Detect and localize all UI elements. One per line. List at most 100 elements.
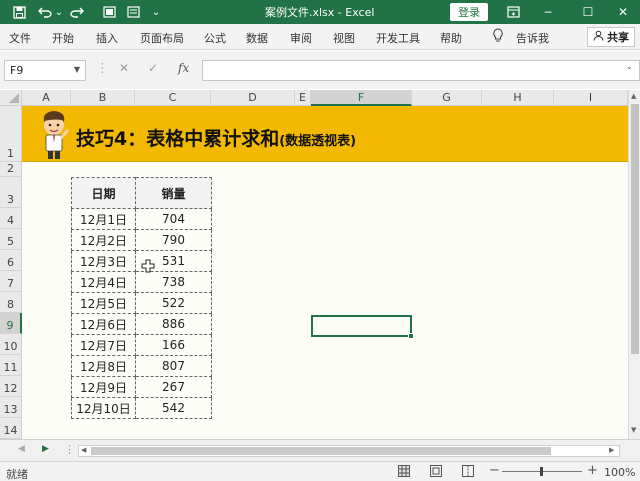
table-cell[interactable]: 267 [135,376,212,398]
table-cell[interactable]: 166 [135,334,212,356]
tab-page-layout[interactable]: 页面布局 [140,30,184,46]
scroll-up-icon[interactable]: ▲ [631,92,636,100]
table-cell[interactable]: 704 [135,208,212,230]
zoom-in-button[interactable]: + [587,463,598,478]
table-cell[interactable]: 12月8日 [71,355,136,377]
share-button[interactable]: 共享 [587,27,635,47]
undo-icon[interactable] [36,3,54,21]
row-header-2[interactable]: 2 [0,162,22,177]
column-header-i[interactable]: I [554,90,628,106]
row-header-7[interactable]: 7 [0,271,22,292]
tab-file[interactable]: 文件 [9,30,31,46]
table-cell[interactable]: 12月4日 [71,271,136,293]
tab-developer[interactable]: 开发工具 [376,30,420,46]
page-break-view-icon[interactable] [462,465,474,480]
worksheet-grid[interactable]: A B C D E F G H I 1 2 3 4 5 6 7 8 9 10 1… [0,90,628,439]
row-header-3[interactable]: 3 [0,177,22,208]
table-cell[interactable]: 807 [135,355,212,377]
row-header-13[interactable]: 13 [0,397,22,418]
next-sheet-icon[interactable]: ▶ [42,444,49,454]
banner-title-main: 技巧4：表格中累计求和 [76,128,280,150]
scroll-down-icon[interactable]: ▼ [631,426,636,434]
horizontal-scrollbar[interactable]: ◀ ▶ [78,445,620,457]
tab-view[interactable]: 视图 [333,30,355,46]
cancel-icon[interactable]: ✕ [119,61,129,75]
column-header-d[interactable]: D [211,90,295,106]
window-title: 案例文件.xlsx - Excel [265,6,375,19]
table-cell[interactable]: 12月10日 [71,397,136,419]
table-cell[interactable]: 12月1日 [71,208,136,230]
tab-help[interactable]: 帮助 [440,30,462,46]
column-header-g[interactable]: G [412,90,482,106]
column-header-f[interactable]: F [311,90,412,106]
column-header-e[interactable]: E [295,90,311,106]
close-icon[interactable]: ✕ [606,0,640,24]
row-header-9[interactable]: 9 [0,313,22,334]
row-header-8[interactable]: 8 [0,292,22,313]
row-header-5[interactable]: 5 [0,229,22,250]
scroll-left-icon[interactable]: ◀ [81,446,86,454]
zoom-out-button[interactable]: − [489,463,500,478]
tab-home[interactable]: 开始 [52,30,74,46]
zoom-slider-thumb[interactable] [540,467,543,476]
vertical-scrollbar[interactable]: ▲ ▼ [628,90,640,439]
row-header-10[interactable]: 10 [0,334,22,355]
row-header-6[interactable]: 6 [0,250,22,271]
row-header-4[interactable]: 4 [0,208,22,229]
table-cell[interactable]: 522 [135,292,212,314]
table-cell[interactable]: 12月7日 [71,334,136,356]
table-cell[interactable]: 886 [135,313,212,335]
page-layout-view-icon[interactable] [430,465,442,480]
header-cell-sales[interactable]: 销量 [135,177,212,209]
chevron-down-icon[interactable]: ▼ [74,65,80,74]
header-cell-date[interactable]: 日期 [71,177,136,209]
table-cell[interactable]: 12月6日 [71,313,136,335]
lightbulb-icon[interactable] [492,28,504,46]
tell-me-search[interactable]: 告诉我 [516,30,549,46]
insert-function-icon[interactable]: fx [178,61,189,75]
scroll-right-icon[interactable]: ▶ [609,446,614,454]
login-button[interactable]: 登录 [450,3,488,21]
restore-icon[interactable]: ☐ [571,0,605,24]
table-cell[interactable]: 790 [135,229,212,251]
save-icon[interactable] [10,3,28,21]
row-header-14[interactable]: 14 [0,418,22,439]
formula-input[interactable] [202,60,640,81]
horizontal-scroll-thumb[interactable] [91,447,551,455]
enter-icon[interactable]: ✓ [148,61,158,75]
table-cell[interactable]: 542 [135,397,212,419]
select-all-corner[interactable] [0,90,22,106]
vertical-scroll-thumb[interactable] [631,104,639,354]
row-header-11[interactable]: 11 [0,355,22,376]
expand-formula-icon[interactable]: ⌄ [626,62,633,71]
table-cell[interactable]: 12月2日 [71,229,136,251]
zoom-level[interactable]: 100% [604,466,635,479]
column-header-h[interactable]: H [482,90,554,106]
tab-review[interactable]: 审阅 [290,30,312,46]
column-header-c[interactable]: C [135,90,211,106]
customize-toolbar-icon[interactable]: ⌄ [150,3,162,21]
name-box[interactable]: F9 ▼ [4,60,86,81]
touch-icon[interactable] [124,3,142,21]
fill-handle[interactable] [408,333,414,339]
column-header-a[interactable]: A [22,90,71,106]
row-header-1[interactable]: 1 [0,106,22,162]
tab-split-icon[interactable]: ⋮ [64,443,75,456]
table-cell[interactable]: 12月5日 [71,292,136,314]
table-row: 12月10日 542 [71,397,212,419]
minimize-icon[interactable]: ─ [531,0,565,24]
table-cell[interactable]: 12月3日 [71,250,136,272]
tab-insert[interactable]: 插入 [96,30,118,46]
redo-icon[interactable] [68,3,86,21]
tab-data[interactable]: 数据 [246,30,268,46]
selected-cell-f9[interactable] [311,315,412,337]
row-header-12[interactable]: 12 [0,376,22,397]
ribbon-display-icon[interactable] [504,3,522,21]
prev-sheet-icon[interactable]: ◀ [18,444,25,454]
tab-formulas[interactable]: 公式 [204,30,226,46]
view-icon[interactable] [100,3,118,21]
table-cell[interactable]: 12月9日 [71,376,136,398]
column-header-b[interactable]: B [71,90,135,106]
normal-view-icon[interactable] [398,465,410,480]
undo-dropdown-icon[interactable]: ⌄ [54,3,64,21]
